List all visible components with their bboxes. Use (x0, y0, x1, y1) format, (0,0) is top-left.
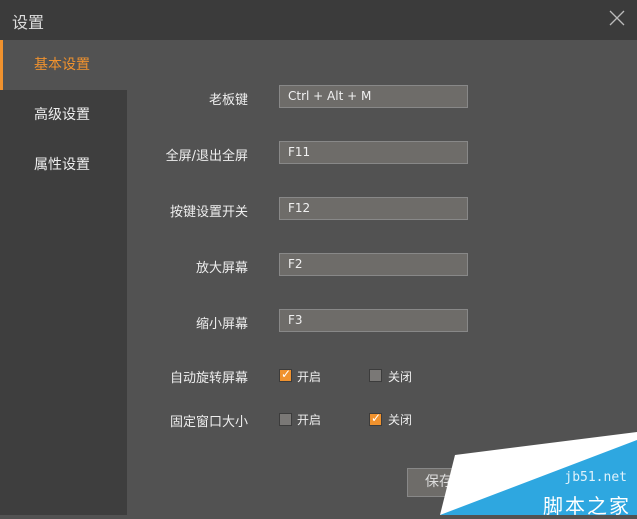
watermark-site: jb51.net (564, 470, 627, 485)
auto-rotate-off-checkbox[interactable] (369, 369, 382, 382)
boss-key-label: 老板键 (208, 93, 248, 108)
boss-key-input[interactable]: Ctrl + Alt + M (279, 85, 468, 108)
auto-rotate-on-label: 开启 (297, 370, 322, 384)
auto-rotate-off-label: 关闭 (388, 370, 413, 384)
zoom-out-label: 缩小屏幕 (195, 317, 248, 332)
fixed-size-on-label: 开启 (297, 413, 322, 427)
fixed-size-off-label: 关闭 (388, 413, 413, 427)
save-button[interactable]: 保存 (407, 468, 497, 497)
auto-rotate-label: 自动旋转屏幕 (169, 371, 248, 386)
fixed-size-on-checkbox[interactable] (279, 413, 292, 426)
zoom-in-input[interactable]: F2 (279, 253, 468, 276)
auto-rotate-on-checkbox[interactable] (279, 367, 292, 382)
key-settings-label: 按键设置开关 (169, 205, 248, 220)
zoom-in-label: 放大屏幕 (195, 261, 248, 276)
fixed-size-off-checkbox[interactable] (369, 411, 382, 426)
fixed-size-label: 固定窗口大小 (169, 415, 248, 430)
fullscreen-label: 全屏/退出全屏 (165, 149, 248, 164)
window-title: 设置 (12, 13, 45, 32)
fullscreen-input[interactable]: F11 (279, 141, 468, 164)
close-icon[interactable] (607, 8, 627, 28)
zoom-out-input[interactable]: F3 (279, 309, 468, 332)
title-bar: 设置 (0, 0, 637, 40)
sidebar-item-basic[interactable]: 基本设置 (0, 40, 127, 90)
key-settings-input[interactable]: F12 (279, 197, 468, 220)
sidebar: 基本设置 高级设置 属性设置 (0, 40, 127, 515)
